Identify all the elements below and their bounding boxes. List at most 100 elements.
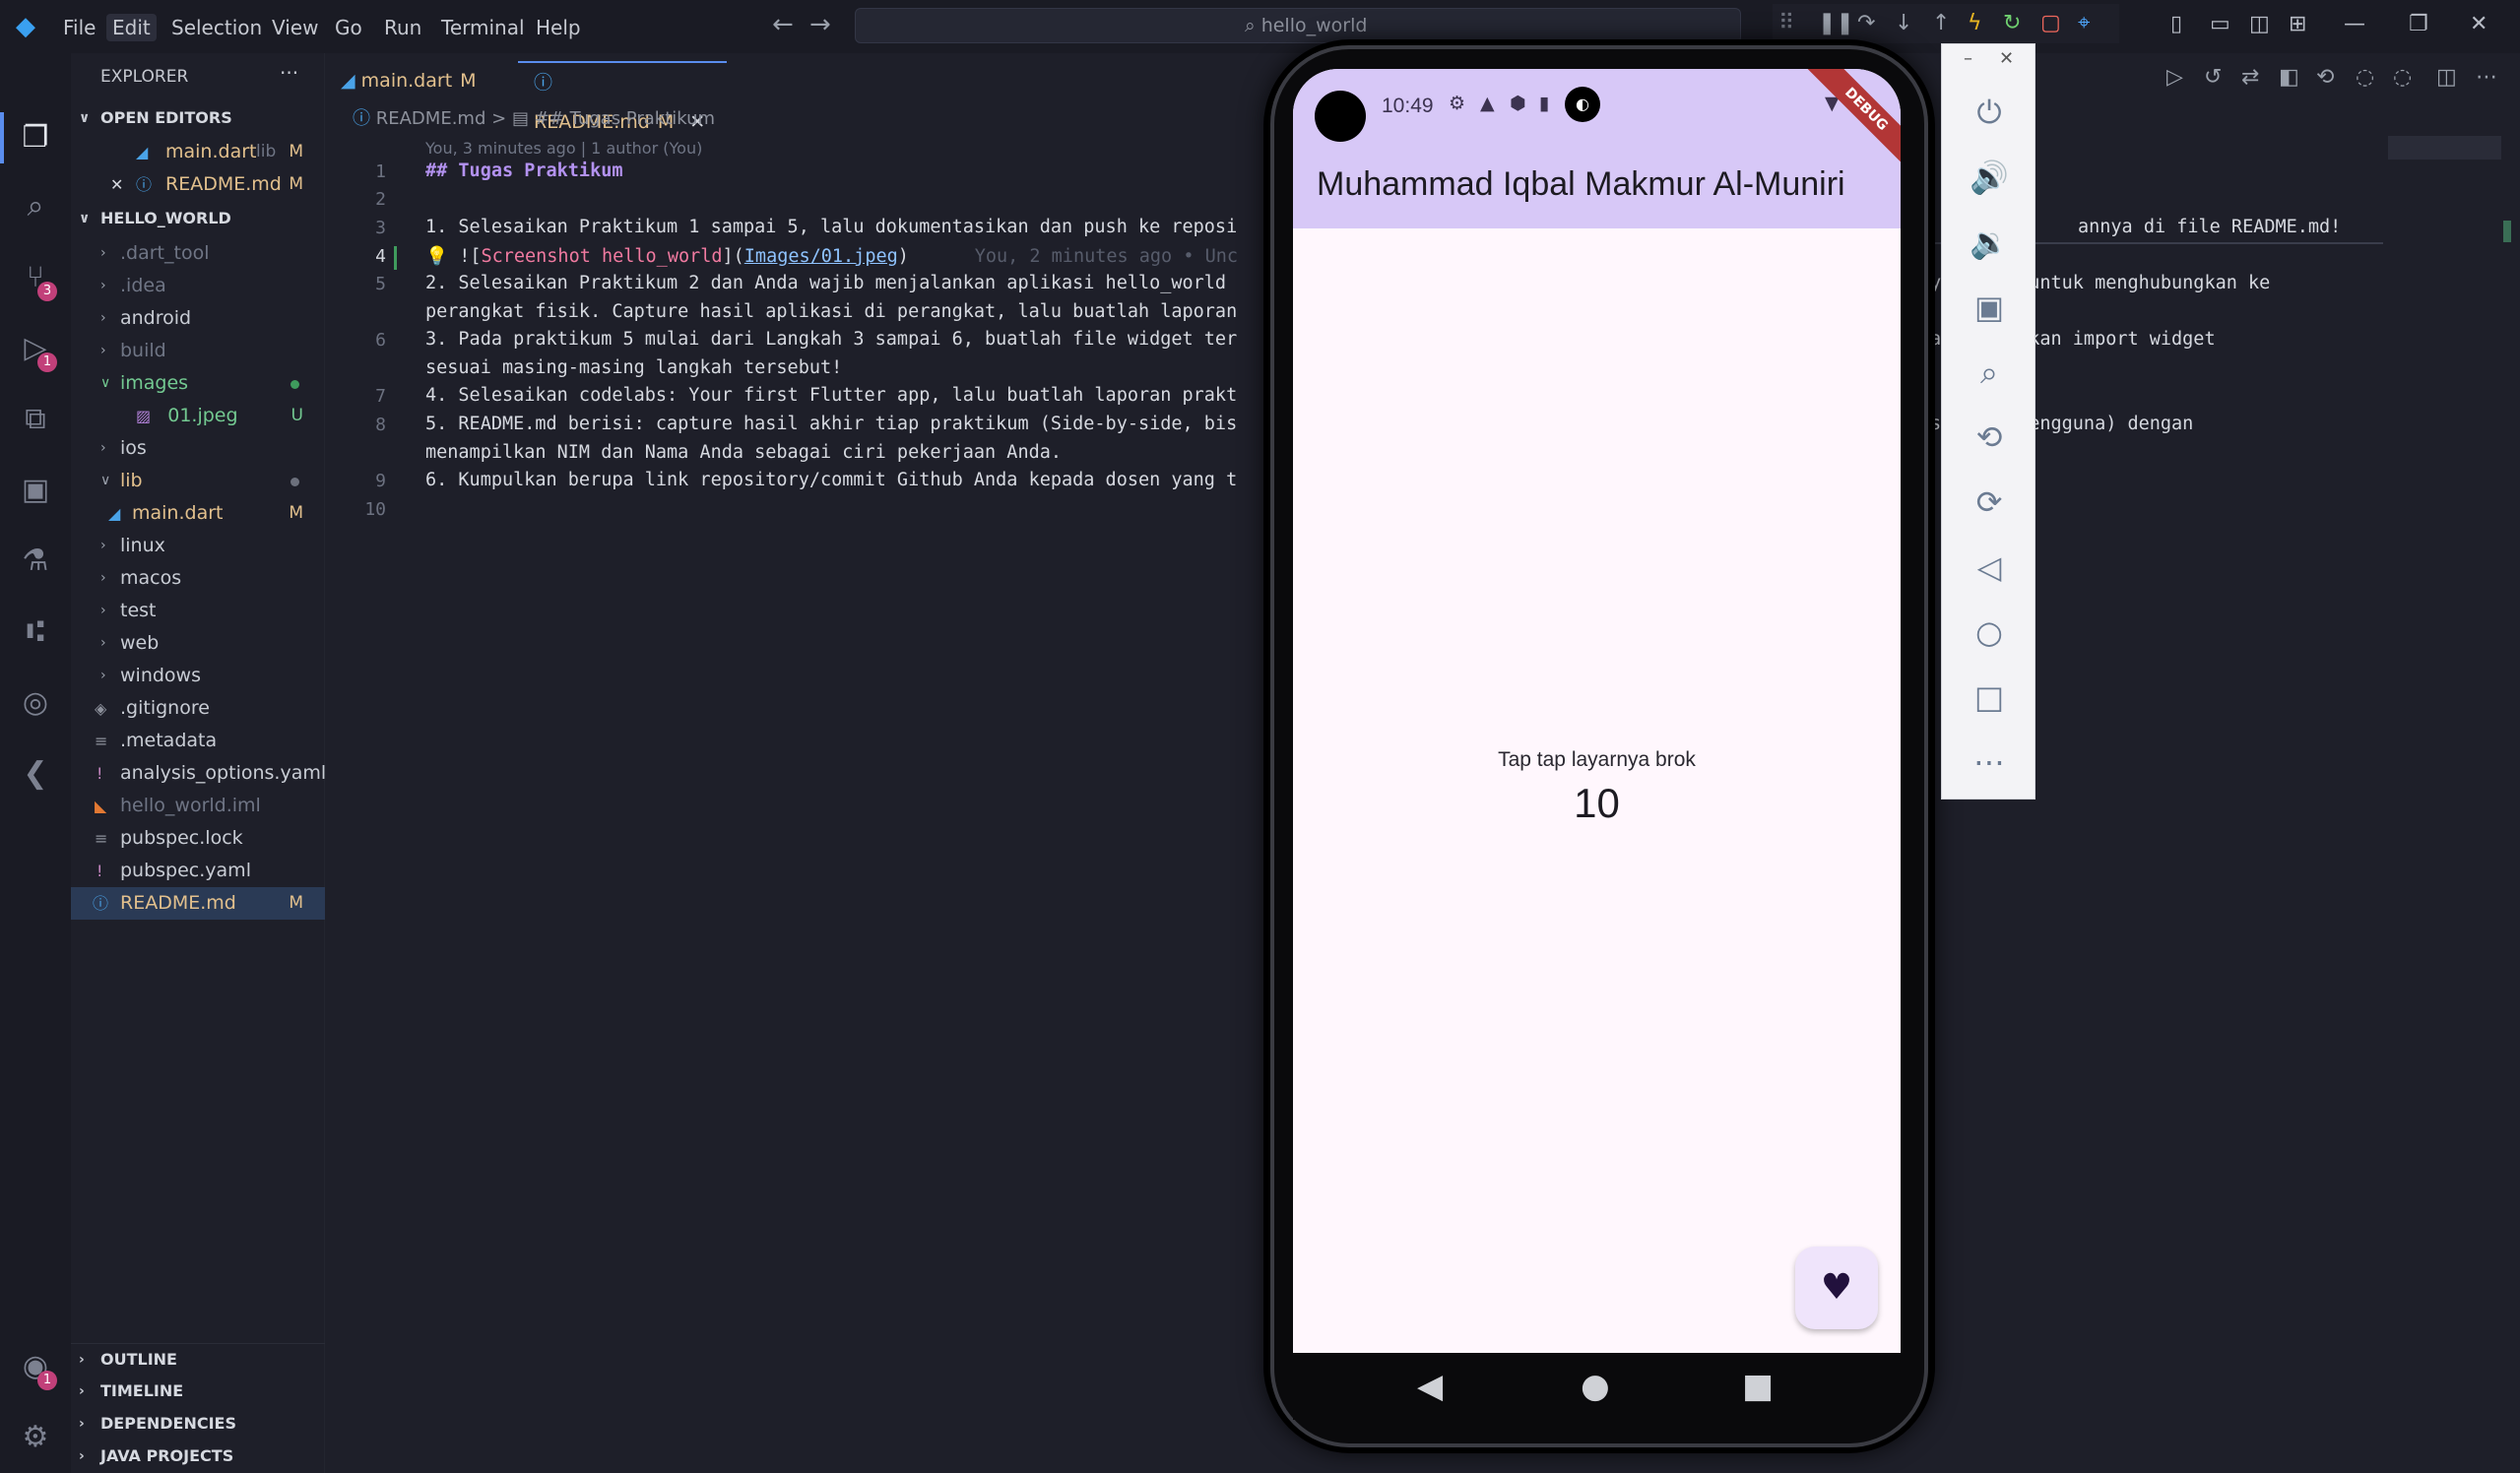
- link-url[interactable]: Images/01.jpeg: [744, 246, 898, 267]
- compare-changes-icon[interactable]: ⇄: [2241, 65, 2259, 90]
- restart-icon[interactable]: ↻: [2003, 10, 2021, 37]
- minimize-icon[interactable]: –: [1964, 48, 1972, 69]
- tree-folder[interactable]: › test: [71, 595, 325, 627]
- stop-icon[interactable]: ▢: [2040, 10, 2061, 37]
- minimize-icon[interactable]: —: [2344, 12, 2365, 36]
- command-center-search[interactable]: ⌕ hello_world: [855, 8, 1741, 43]
- go-back-change-icon[interactable]: ⟲: [2316, 65, 2334, 90]
- menu-terminal[interactable]: Terminal: [435, 14, 531, 41]
- heart-fab-button[interactable]: ♥: [1795, 1247, 1878, 1329]
- run-debug-icon[interactable]: ▷ 1: [14, 327, 57, 372]
- remote-explorer-icon[interactable]: ▣: [14, 469, 57, 512]
- code-line-1[interactable]: ## Tugas Praktikum: [425, 160, 622, 181]
- rotate-right-icon[interactable]: ⟳: [1942, 483, 2036, 521]
- search-icon[interactable]: ⌕: [14, 185, 57, 228]
- customize-layout-icon[interactable]: ⊞: [2289, 12, 2306, 36]
- menu-selection[interactable]: Selection: [165, 14, 268, 41]
- tree-folder[interactable]: ∨ lib: [71, 465, 325, 497]
- power-icon[interactable]: ⏻: [1942, 94, 2036, 132]
- tree-file-selected[interactable]: ⓘ README.md M: [71, 887, 325, 920]
- open-editor-readme[interactable]: ✕ ⓘ README.md M: [71, 168, 325, 201]
- tree-file[interactable]: ◢ main.dart M: [71, 497, 325, 530]
- settings-gear-icon[interactable]: ⚙: [14, 1416, 57, 1459]
- drag-handle-icon[interactable]: ⠿: [1778, 10, 1794, 37]
- dependencies-section[interactable]: › DEPENDENCIES: [71, 1408, 325, 1440]
- restore-icon[interactable]: ❐: [2409, 12, 2428, 36]
- step-over-icon[interactable]: ↷: [1857, 10, 1875, 37]
- tree-folder[interactable]: › .dart_tool: [71, 237, 325, 270]
- tab-readme[interactable]: ⓘ README.md M ✕: [518, 61, 727, 133]
- breadcrumb-file[interactable]: README.md: [376, 108, 486, 129]
- split-editor-icon[interactable]: ◫: [2436, 65, 2457, 90]
- prev-change-icon[interactable]: ◌: [2356, 65, 2374, 90]
- breadcrumb-symbol[interactable]: ## Tugas Praktikum: [535, 108, 715, 129]
- tree-folder[interactable]: › .idea: [71, 270, 325, 302]
- close-window-icon[interactable]: ✕: [2470, 12, 2488, 36]
- extensions-icon[interactable]: ⧉: [14, 398, 57, 441]
- step-into-icon[interactable]: ↓: [1895, 10, 1912, 37]
- forward-arrow-icon[interactable]: →: [809, 10, 831, 39]
- close-icon[interactable]: ✕: [110, 168, 123, 201]
- minimap[interactable]: [2388, 136, 2501, 160]
- tab-main-dart[interactable]: ◢ main.dart M: [325, 61, 514, 100]
- docker-icon[interactable]: ◎: [14, 681, 57, 725]
- code-line-8[interactable]: 5. README.md berisi: capture hasil akhir…: [425, 414, 1237, 434]
- hot-reload-icon[interactable]: ϟ: [1968, 10, 1982, 37]
- tree-folder[interactable]: › macos: [71, 562, 325, 595]
- timeline-section[interactable]: › TIMELINE: [71, 1376, 325, 1407]
- menu-run[interactable]: Run: [378, 14, 427, 41]
- open-preview-icon[interactable]: ◧: [2279, 65, 2299, 90]
- tree-folder[interactable]: › windows: [71, 660, 325, 692]
- history-icon[interactable]: ↺: [2204, 65, 2222, 90]
- tree-file[interactable]: ≡ .metadata: [71, 725, 325, 757]
- flutter-icon[interactable]: ❮: [14, 752, 57, 796]
- rotate-left-icon[interactable]: ⟲: [1942, 418, 2036, 456]
- home-icon[interactable]: ○: [1942, 613, 2036, 651]
- tree-folder[interactable]: › linux: [71, 530, 325, 562]
- back-icon[interactable]: ◁: [1942, 548, 2036, 586]
- tree-file[interactable]: ! pubspec.yaml: [71, 855, 325, 887]
- code-line-9[interactable]: 6. Kumpulkan berupa link repository/comm…: [425, 470, 1237, 490]
- menu-go[interactable]: Go: [329, 14, 368, 41]
- source-control-icon[interactable]: ⑂ 3: [14, 256, 57, 301]
- testing-icon[interactable]: ⚗: [14, 540, 57, 583]
- layout-panel-icon[interactable]: ▭: [2210, 12, 2230, 36]
- code-line-7[interactable]: 4. Selesaikan codelabs: Your first Flutt…: [425, 385, 1237, 406]
- project-header[interactable]: ∨ HELLO_WORLD: [71, 203, 325, 234]
- nav-home-icon[interactable]: ●: [1581, 1367, 1610, 1406]
- emulator-screen[interactable]: 10:49 ⚙ ▲ ⬢ ▮ ◐ ▼ DEBUG Muhammad Iqbal M…: [1293, 69, 1901, 1353]
- inspect-widget-icon[interactable]: ⌖: [2078, 10, 2090, 37]
- code-line-3[interactable]: 1. Selesaikan Praktikum 1 sampai 5, lalu…: [425, 217, 1237, 237]
- open-editor-main-dart[interactable]: ◢ main.dart lib M: [71, 136, 325, 168]
- code-line-6[interactable]: 3. Pada praktikum 5 mulai dari Langkah 3…: [425, 329, 1237, 350]
- java-projects-section[interactable]: › JAVA PROJECTS: [71, 1441, 325, 1472]
- step-out-icon[interactable]: ↑: [1932, 10, 1950, 37]
- tree-folder[interactable]: › ios: [71, 432, 325, 465]
- tree-file[interactable]: ◣ hello_world.iml: [71, 790, 325, 822]
- tree-folder[interactable]: › build: [71, 335, 325, 367]
- tree-folder[interactable]: ∨ images: [71, 367, 325, 400]
- layout-secondary-icon[interactable]: ◫: [2249, 12, 2270, 36]
- zoom-icon[interactable]: ⌕: [1942, 353, 2036, 392]
- close-icon[interactable]: ✕: [1999, 48, 2014, 69]
- more-actions-icon[interactable]: ···: [280, 61, 298, 85]
- code-line-5-wrap[interactable]: perangkat fisik. Capture hasil aplikasi …: [425, 301, 1237, 322]
- code-line-3-tail[interactable]: annya di file README.md!: [2078, 217, 2341, 237]
- tree-file[interactable]: ◈ .gitignore: [71, 692, 325, 725]
- camera-screenshot-icon[interactable]: ▣: [1942, 288, 2036, 326]
- pause-icon[interactable]: ❚❚: [1818, 10, 1854, 37]
- nav-back-icon[interactable]: ◀: [1417, 1367, 1443, 1406]
- open-editors-header[interactable]: ∨ OPEN EDITORS: [71, 102, 325, 134]
- menu-file[interactable]: File: [57, 14, 101, 41]
- layout-sidebar-icon[interactable]: ▯: [2170, 12, 2182, 36]
- code-line-4[interactable]: 💡 ![Screenshot hello_world](Images/01.jp…: [425, 245, 1238, 267]
- codelens-blame[interactable]: You, 3 minutes ago | 1 author (You): [425, 138, 702, 160]
- tree-folder[interactable]: › web: [71, 627, 325, 660]
- code-line-5[interactable]: 2. Selesaikan Praktikum 2 dan Anda wajib…: [425, 273, 1226, 293]
- lightbulb-icon[interactable]: 💡: [425, 246, 448, 267]
- back-arrow-icon[interactable]: ←: [772, 10, 794, 39]
- tree-folder[interactable]: › android: [71, 302, 325, 335]
- tree-file[interactable]: ! analysis_options.yaml: [71, 757, 326, 790]
- outline-section[interactable]: › OUTLINE: [71, 1343, 325, 1375]
- code-line-8-wrap[interactable]: menampilkan NIM dan Nama Anda sebagai ci…: [425, 442, 1062, 463]
